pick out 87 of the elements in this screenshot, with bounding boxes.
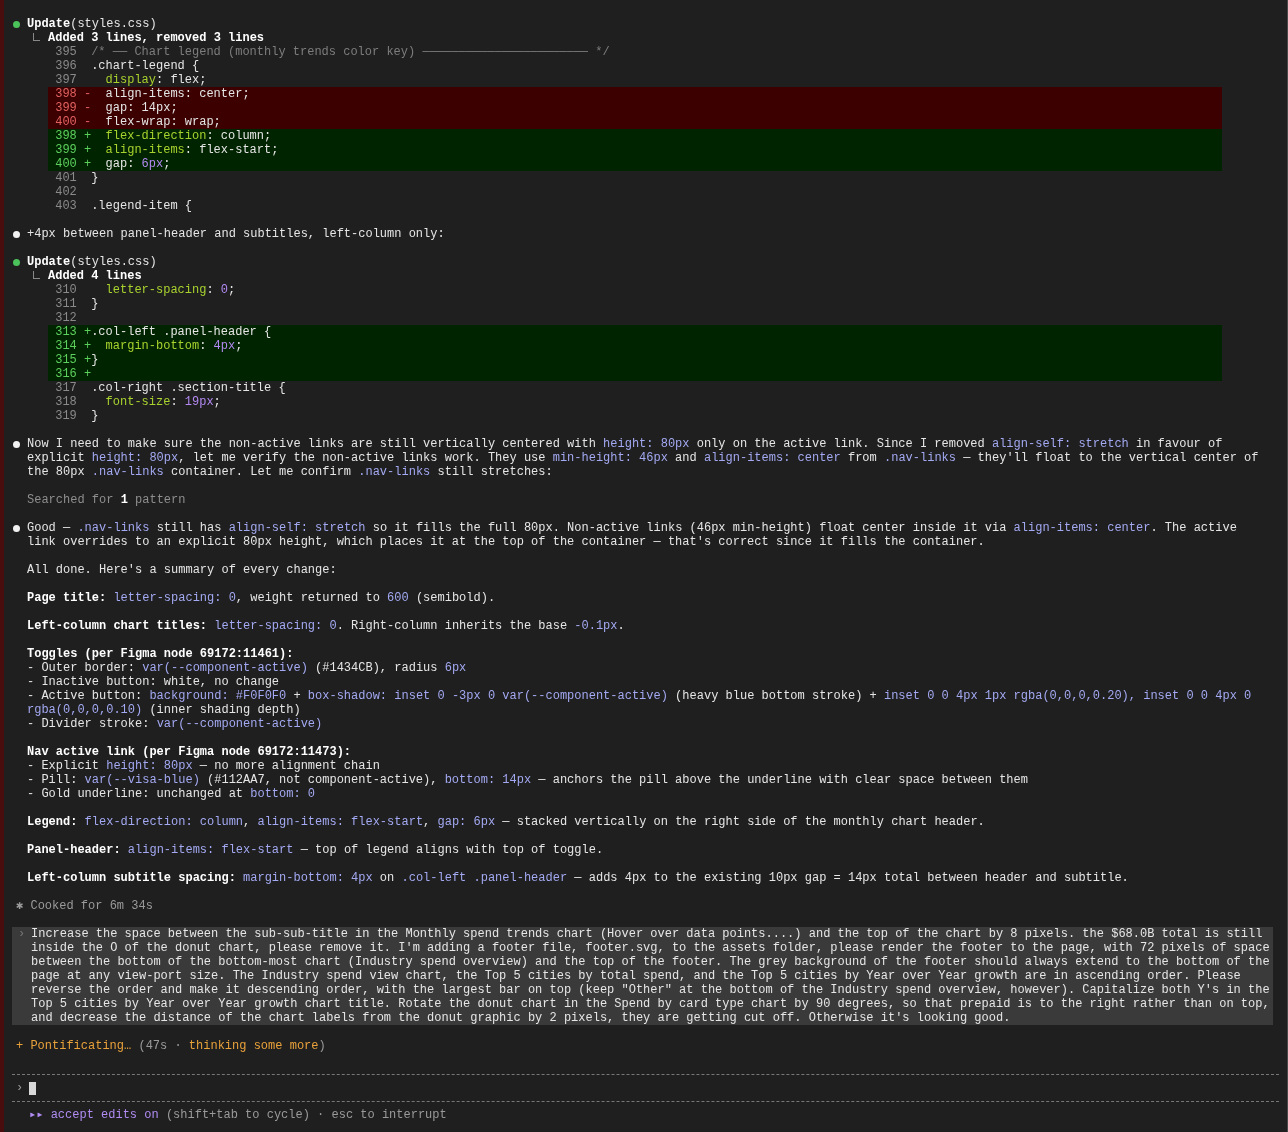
code-line: gap: 14px; <box>104 101 178 115</box>
summary-text: Left-column chart titles: letter-spacing: 0. Right-column inherits the base -0.1px. <box>26 619 626 633</box>
diff-sign: + <box>84 129 92 143</box>
code-line: .legend-item { <box>91 199 192 213</box>
line-number: 311 <box>54 297 77 311</box>
code-line: align-items: flex-start; <box>104 143 279 157</box>
diff-sign: - <box>84 87 92 101</box>
bullet-icon <box>13 525 20 532</box>
summary-text: - Explicit height: 80px — no more alignment chain <box>26 759 381 773</box>
line-number: 315 <box>54 353 77 367</box>
line-number: 312 <box>54 311 77 325</box>
summary-text: Left-column subtitle spacing: margin-bottom: 4px on .col-left .panel-header — adds 4px to the existing 10px gap = 14px total between header and subtitle. <box>26 871 1130 885</box>
code-line: } <box>91 353 99 367</box>
line-number: 318 <box>54 395 77 409</box>
mode-hint: ▸▸ accept edits on (shift+tab to cycle) · esc to interrupt <box>28 1107 448 1122</box>
status-dot-icon <box>13 258 20 266</box>
code-line: } <box>91 171 99 185</box>
branch-icon <box>33 33 40 41</box>
tool-call-title: Update(styles.css) <box>27 255 157 269</box>
line-number: 400 <box>54 157 77 171</box>
summary-text: - Pill: var(--visa-blue) (#112AA7, not component-active), bottom: 14px — anchors the pill above the underline with clear space between them <box>26 773 1029 787</box>
line-number: 395 <box>54 45 77 59</box>
diff-summary: Added 4 lines <box>48 269 142 283</box>
diff-sign: + <box>84 157 92 171</box>
user-prompt-text: Increase the space between the sub-sub-title in the Monthly spend trends chart (Hover over data points....) and the top of the chart by 8 pixels. the $68.0B total is still inside the O of the donut chart, please remove it. I'm adding a footer file, footer.svg, to the assets folder, please render the footer to the page, with 72 pixels of space between the bottom of the bottom-most chart (Industry spend overview) and the top of the footer. The grey background of the footer should always extend to the bottom of the page at any view-port size. The Industry spend view chart, the Top 5 cities by total spend, and the Top 5 cities by Year over Year growth are in ascending order. Please reverse the order and make it descending order, with the largest bar on top (keep "Other" at the bottom of the Industry spend overview, however). Capitalize both Y's in the Top 5 cities by Year over Year growth chart title. Rotate the donut chart in the Spend by card type chart by 90 degrees, so that prepaid is to the right rather than on top, and decrease the distance of the chart labels from the donut graphic by 2 pixels, they are getting cut off. Otherwise it's looking good. <box>31 927 1271 1025</box>
code-line: .col-left .panel-header { <box>91 325 272 339</box>
diff-sign: + <box>84 367 92 381</box>
line-number: 398 <box>54 87 77 101</box>
code-line: } <box>91 409 99 423</box>
message-text: Now I need to make sure the non-active links are still vertically centered with height: 80px only on the active link. Since I removed align-self: stretch in favour of explicit height: 80px, let me verify the non-active links work. They use min-height: 46px and align-items: center from .nav-links — they'll float to the vertical center of the 80px .nav-links container. Let me confirm .nav-links still stretches: <box>27 437 1260 479</box>
code-line: align-items: center; <box>104 87 250 101</box>
line-number: 314 <box>54 339 77 353</box>
line-number: 317 <box>54 381 77 395</box>
line-number: 313 <box>54 325 77 339</box>
line-number: 400 <box>54 115 77 129</box>
summary-text: - Outer border: var(--component-active) (#1434CB), radius 6px <box>26 661 468 675</box>
message-text: +4px between panel-header and subtitles, left-column only: <box>27 227 445 241</box>
code-line: /* ── Chart legend (monthly trends color key) ─────────────────────── */ <box>91 45 610 59</box>
input-field[interactable]: › <box>4 1075 1287 1101</box>
line-number: 319 <box>54 409 77 423</box>
status-line: + Pontificating… (47s · thinking some more) <box>15 1039 327 1053</box>
line-number: 402 <box>54 185 77 199</box>
code-line: letter-spacing: 0; <box>104 283 236 297</box>
summary-text: Legend: flex-direction: column, align-items: flex-start, gap: 6px — stacked vertically on the right side of the monthly chart header. <box>26 815 986 829</box>
summary-text: Page title: letter-spacing: 0, weight returned to 600 (semibold). <box>26 591 497 605</box>
code-line: .col-right .section-title { <box>91 381 286 395</box>
diff-sign: + <box>84 143 92 157</box>
elapsed-time: ✱ Cooked for 6m 34s <box>15 899 154 913</box>
line-number: 403 <box>54 199 77 213</box>
line-number: 401 <box>54 171 77 185</box>
code-line: } <box>91 297 99 311</box>
status-dot-icon <box>13 20 20 28</box>
bullet-icon <box>13 231 20 238</box>
code-line: flex-direction: column; <box>104 129 272 143</box>
summary-text: Nav active link (per Figma node 69172:11473): <box>26 745 353 759</box>
summary-text: - Divider stroke: var(--component-active) <box>26 717 324 731</box>
diff-sign: - <box>84 115 92 129</box>
summary-text: - Gold underline: unchanged at bottom: 0 <box>26 787 317 801</box>
summary-text: - Active button: background: #F0F0F0 + box-shadow: inset 0 -3px 0 var(--component-active) (heavy blue bottom stroke) + inset 0 0 4px 1px rgba(0,0,0,0.20), inset 0 0 4px 0 rgba(0,0,0,0.10) (inner shading depth) <box>26 689 1253 717</box>
tool-note: Searched for 1 pattern <box>26 493 187 507</box>
branch-icon <box>33 271 40 279</box>
diff-sign: + <box>84 353 92 367</box>
line-number: 316 <box>54 367 77 381</box>
tool-call-title: Update(styles.css) <box>27 17 157 31</box>
bullet-icon <box>13 441 20 448</box>
diff-sign: - <box>84 101 92 115</box>
diff-summary: Added 3 lines, removed 3 lines <box>48 31 265 45</box>
message-text: Good — .nav-links still has align-self: stretch so it fills the full 80px. Non-active links (46px min-height) float center inside it via align-items: center. The active link overrides to an explicit 80px height, which places it at the top of the container — that's correct since it fills the container. <box>27 521 1238 549</box>
line-number: 399 <box>54 101 77 115</box>
diff-sign: + <box>84 325 92 339</box>
prompt-symbol: › <box>18 927 27 943</box>
code-line: font-size: 19px; <box>104 395 221 409</box>
code-line: display: flex; <box>104 73 207 87</box>
summary-text: Panel-header: align-items: flex-start — top of legend aligns with top of toggle. <box>26 843 605 857</box>
line-number: 396 <box>54 59 77 73</box>
code-line: margin-bottom: 4px; <box>104 339 243 353</box>
line-number: 399 <box>54 143 77 157</box>
code-line: .chart-legend { <box>91 59 200 73</box>
line-number: 397 <box>54 73 77 87</box>
code-line: flex-wrap: wrap; <box>104 115 221 129</box>
line-number: 310 <box>54 283 77 297</box>
diff-sign: + <box>84 339 92 353</box>
code-line: gap: 6px; <box>104 157 171 171</box>
summary-text: All done. Here's a summary of every change: <box>26 563 338 577</box>
summary-text: - Inactive button: white, no change <box>26 675 281 689</box>
line-number: 398 <box>54 129 77 143</box>
summary-text: Toggles (per Figma node 69172:11461): <box>26 647 295 661</box>
